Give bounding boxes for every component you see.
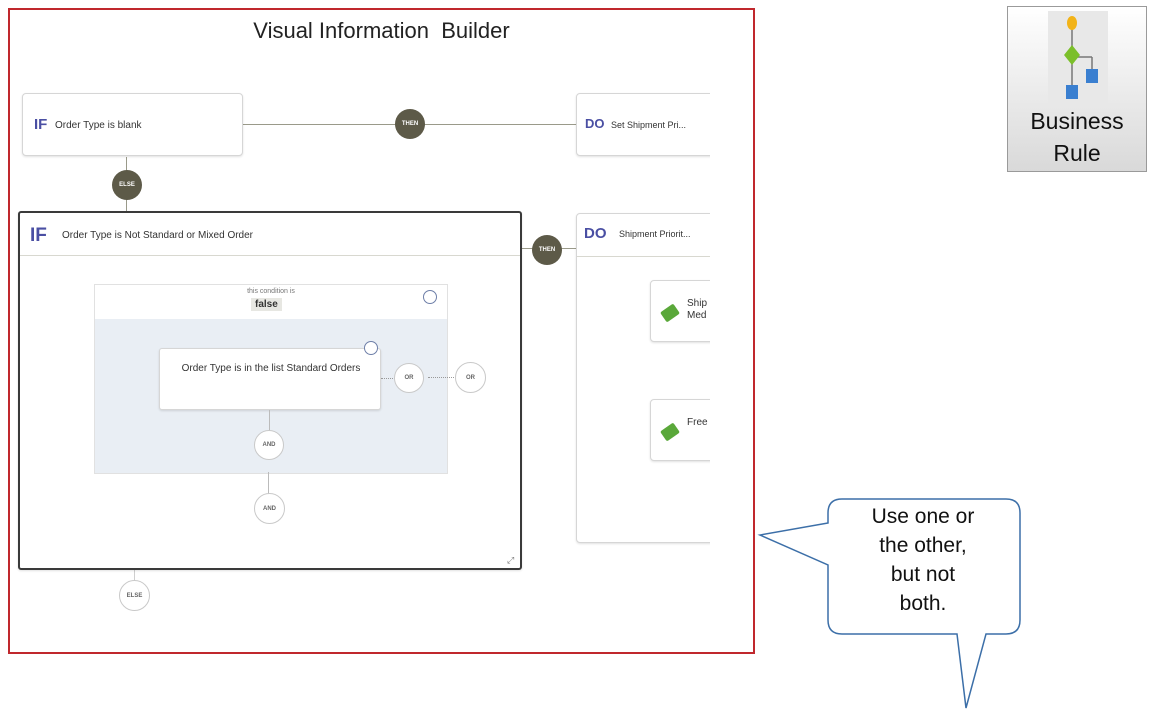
callout-line-4: both. <box>899 592 947 615</box>
callout-line-2: the other, <box>879 534 967 557</box>
callout-line-3: but not <box>890 563 956 586</box>
callout-line-1: Use one or <box>871 505 975 528</box>
callout-text: Use one or the other, but not both. <box>826 498 1020 635</box>
